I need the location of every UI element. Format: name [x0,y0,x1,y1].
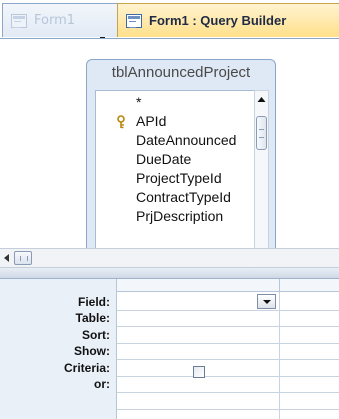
tab-form1[interactable]: Form1 [2,3,120,37]
query-grid[interactable]: Field: Table: Sort: Show: Criteria: or: [0,279,339,419]
scroll-up-icon[interactable] [256,93,267,107]
field-dropdown-button[interactable] [257,294,276,309]
tab-query-builder[interactable]: Form1 : Query Builder [117,3,339,37]
row-label-show: Show: [74,344,110,358]
table-title[interactable]: tblAnnouncedProject [87,64,275,81]
grid-row-labels: Field: Table: Sort: Show: Criteria: or: [0,279,117,419]
field-item[interactable]: DateAnnounced [96,131,254,150]
field-item[interactable]: ProjectTypeId [96,169,254,188]
grid-line [117,343,339,344]
field-list-scrollbar[interactable] [254,90,269,268]
field-item[interactable]: ContractTypeId [96,188,254,207]
tab-label: Form1 [34,13,76,28]
field-list[interactable]: * APId DateAnnounced DueDate ProjectType… [95,90,255,270]
grid-line [117,376,339,377]
show-checkbox[interactable] [193,366,205,378]
grid-line [117,326,339,327]
form-icon [126,13,142,28]
grid-line [117,310,339,311]
field-item[interactable]: * [96,93,254,112]
hscroll-thumb[interactable] [14,251,32,265]
document-tab-bar: Form1 Form1 : Query Builder [0,0,339,42]
scroll-left-icon[interactable] [4,254,9,262]
row-label-or: or: [94,377,110,391]
row-label-field: Field: [78,295,110,309]
field-item-primary-key[interactable]: APId [96,112,254,131]
column-selector-bar[interactable] [117,279,339,292]
column-separator [279,292,280,419]
field-name: DateAnnounced [136,132,237,148]
field-name: ContractTypeId [136,189,231,205]
field-name: ProjectTypeId [136,170,222,186]
row-label-criteria: Criteria: [63,361,110,375]
field-name: DueDate [136,151,192,167]
tab-label: Form1 : Query Builder [149,13,287,28]
query-design-pane[interactable]: tblAnnouncedProject * APId DateAnnounced… [0,38,339,282]
grid-line [117,409,339,410]
field-item[interactable]: PrjDescription [96,207,254,226]
scroll-thumb[interactable] [256,116,267,150]
field-name: * [136,94,142,110]
field-name: PrjDescription [136,208,224,224]
row-label-table: Table: [75,311,110,325]
grid-line [117,359,339,360]
pane-splitter[interactable] [0,268,339,279]
grid-line [117,392,339,393]
form-icon [11,13,27,28]
design-pane-hscrollbar[interactable] [0,248,339,268]
row-label-sort: Sort: [82,328,110,342]
key-icon [117,115,125,129]
column-separator [279,279,280,292]
field-name: APId [136,113,167,129]
field-item[interactable]: DueDate [96,150,254,169]
